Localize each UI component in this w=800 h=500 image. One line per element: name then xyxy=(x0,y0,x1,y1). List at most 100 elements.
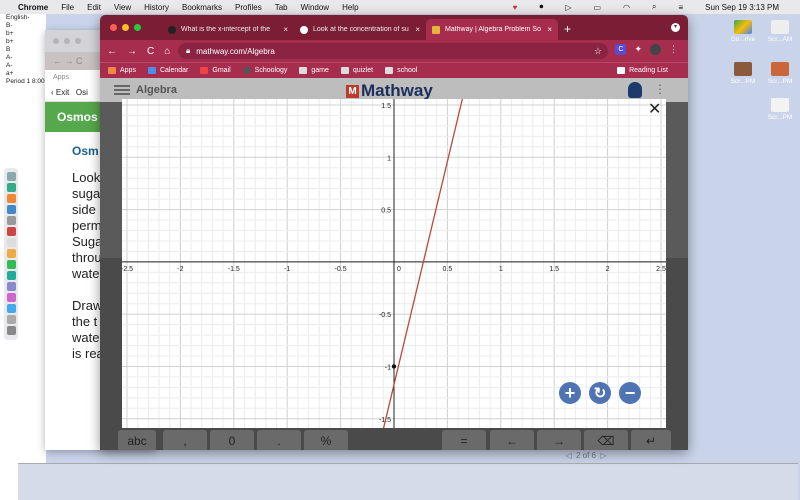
desktop-text: A- xyxy=(6,62,13,69)
dock-app-icon[interactable] xyxy=(6,238,16,247)
bookmark-game-folder[interactable]: game xyxy=(299,67,329,74)
zoom-out-button[interactable]: − xyxy=(619,382,641,404)
key-left-arrow[interactable]: ← xyxy=(490,430,534,450)
bookmark-calendar[interactable]: Calendar xyxy=(147,67,188,74)
control-center-icon[interactable]: ≡ xyxy=(679,3,684,12)
key-enter[interactable]: ↵ xyxy=(631,430,671,450)
tab-bar: What is the x-intercept of the × Look at … xyxy=(100,15,688,40)
desktop-icon-drive[interactable]: Go...rive xyxy=(725,20,761,43)
heart-icon[interactable]: ♥ xyxy=(513,3,518,12)
menu-tab[interactable]: Tab xyxy=(275,3,288,12)
desktop-text: b+ xyxy=(6,38,14,45)
menu-help[interactable]: Help xyxy=(342,3,358,12)
menu-app-name[interactable]: Chrome xyxy=(18,3,48,12)
address-bar[interactable]: 🔒︎ mathway.com/Algebra ☆ xyxy=(178,43,608,59)
user-icon[interactable] xyxy=(628,82,642,98)
tab-concentration[interactable]: Look at the concentration of su × xyxy=(294,19,426,40)
desktop-icon-screenshot[interactable]: Scr...PM xyxy=(762,62,798,85)
menu-file[interactable]: File xyxy=(61,3,74,12)
bookmarks-bar: Apps Calendar Gmail Schoology game quizl… xyxy=(100,62,688,78)
key-percent[interactable]: % xyxy=(304,430,348,450)
desktop-icon-screenshot[interactable]: Scr...AM xyxy=(762,20,798,43)
mathway-logo[interactable]: M Mathway xyxy=(346,81,433,101)
menu-history[interactable]: History xyxy=(144,3,169,12)
reading-list-button[interactable]: Reading List xyxy=(617,67,668,74)
bookmark-gmail[interactable]: Gmail xyxy=(200,67,231,74)
desktop-text: B- xyxy=(6,22,13,29)
extension-c-icon[interactable]: C xyxy=(615,44,627,55)
close-graph-button[interactable]: ✕ xyxy=(648,102,661,118)
search-icon[interactable]: ⌕ xyxy=(652,2,656,12)
menu-kebab-icon[interactable]: ⋮ xyxy=(669,44,678,55)
dock-app-icon[interactable] xyxy=(6,315,16,324)
desktop-text: Period 1 8:00 xyxy=(6,78,45,85)
menu-bookmarks[interactable]: Bookmarks xyxy=(182,3,222,12)
maximize-window-button[interactable] xyxy=(134,24,141,31)
dock-app-icon[interactable] xyxy=(6,183,16,192)
new-tab-button[interactable]: + xyxy=(564,22,571,36)
dock-app-icon[interactable] xyxy=(6,293,16,302)
graph-plot[interactable]: -2.5 -2 -1.5 -1 -0.5 0.5 1 1.5 2 2.5-1.5-1-0.50.5… xyxy=(121,94,666,430)
dock-app-icon[interactable] xyxy=(6,282,16,291)
minimize-window-button[interactable] xyxy=(122,24,129,31)
camera-icon[interactable]: ⏺ xyxy=(539,2,543,12)
dock-app-icon[interactable] xyxy=(6,172,16,181)
play-icon[interactable]: ▷ xyxy=(565,3,571,12)
bookmark-schoology[interactable]: Schoology xyxy=(242,67,287,74)
menu-profiles[interactable]: Profiles xyxy=(235,3,262,12)
tab-favicon-icon xyxy=(300,25,308,34)
dock-app-icon[interactable] xyxy=(6,216,16,225)
home-button[interactable]: ⌂ xyxy=(164,46,170,57)
battery-icon[interactable]: ▭ xyxy=(593,3,601,12)
hamburger-menu-icon[interactable] xyxy=(114,85,130,95)
wifi-icon[interactable]: ◠ xyxy=(623,3,630,12)
y-intercept-point xyxy=(391,364,397,369)
back-button[interactable]: ← xyxy=(107,46,117,57)
bookmark-quizlet-folder[interactable]: quizlet xyxy=(340,67,373,74)
mac-menubar: Chrome File Edit View History Bookmarks … xyxy=(0,0,800,14)
dock-app-icon[interactable] xyxy=(6,326,16,335)
dock-app-icon[interactable] xyxy=(6,271,16,280)
tab-mathway[interactable]: Mathway | Algebra Problem So × xyxy=(426,19,558,40)
dock-app-icon[interactable] xyxy=(6,194,16,203)
dock-app-icon[interactable] xyxy=(6,227,16,236)
menu-view[interactable]: View xyxy=(114,3,131,12)
tab-x-intercept[interactable]: What is the x-intercept of the × xyxy=(162,19,294,40)
reset-zoom-button[interactable]: ↻ xyxy=(589,382,611,404)
close-tab-icon[interactable]: × xyxy=(415,25,420,34)
dock-app-icon[interactable] xyxy=(6,260,16,269)
close-tab-icon[interactable]: × xyxy=(547,25,552,34)
forward-button[interactable]: → xyxy=(127,46,137,57)
desktop-icon-label: Scr...AM xyxy=(767,36,793,43)
dock-app-icon[interactable] xyxy=(6,304,16,313)
bookmark-apps[interactable]: Apps xyxy=(108,67,136,74)
more-kebab-icon[interactable]: ⋮ xyxy=(654,82,666,96)
key-equals[interactable]: = xyxy=(442,430,486,450)
graph-overlay[interactable]: -2.5 -2 -1.5 -1 -0.5 0.5 1 1.5 2 2.5 -1.5 -1 -0.5 0.5… xyxy=(121,94,666,430)
key-right-arrow[interactable]: → xyxy=(537,430,581,450)
close-window-button[interactable] xyxy=(110,24,117,31)
menu-window[interactable]: Window xyxy=(301,3,329,12)
bookmark-school-folder[interactable]: school xyxy=(385,67,417,74)
dock-app-icon[interactable] xyxy=(6,205,16,214)
bookmark-star-icon[interactable]: ☆ xyxy=(594,46,602,57)
key-zero[interactable]: 0 xyxy=(210,430,254,450)
key-dot[interactable]: . xyxy=(257,430,301,450)
reload-button[interactable]: C xyxy=(147,46,154,57)
desktop-icon-screenshot[interactable]: Scr...PM xyxy=(725,62,761,85)
desktop-icon-label: Scr...PM xyxy=(767,78,793,85)
dock-app-icon[interactable] xyxy=(6,249,16,258)
profile-avatar[interactable] xyxy=(650,44,661,55)
clock-text[interactable]: Sun Sep 19 3:13 PM xyxy=(705,3,779,12)
section-title[interactable]: Algebra xyxy=(136,84,177,96)
close-tab-icon[interactable]: × xyxy=(283,25,288,34)
desktop-icon-screenshot[interactable]: Scr...PM xyxy=(762,98,798,121)
tab-search-icon[interactable]: ▾ xyxy=(671,23,680,32)
menubar-status: ♥ ⏺ ▷ ▭ ◠ ⌕ ≡ Sun Sep 19 3:13 PM xyxy=(504,0,792,14)
zoom-in-button[interactable]: + xyxy=(559,382,581,404)
key-comma[interactable]: , xyxy=(163,430,207,450)
extensions-puzzle-icon[interactable]: ✦ xyxy=(634,44,642,55)
menu-edit[interactable]: Edit xyxy=(87,3,101,12)
key-backspace[interactable]: ⌫ xyxy=(584,430,628,450)
key-abc[interactable]: abc xyxy=(118,430,156,450)
